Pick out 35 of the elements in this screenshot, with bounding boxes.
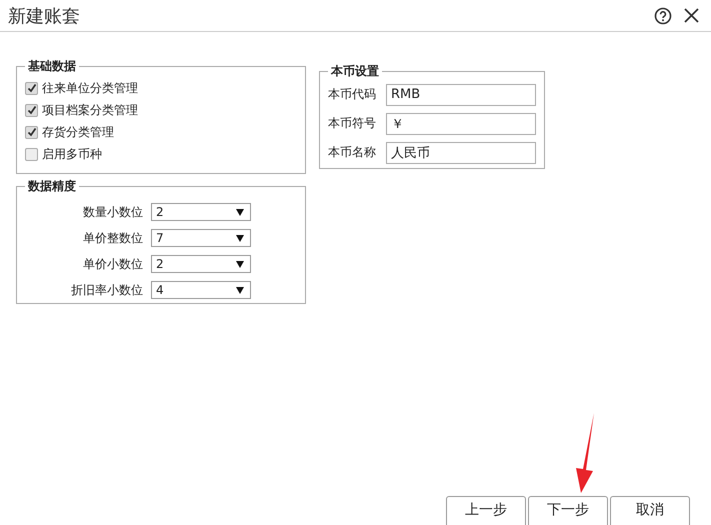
- dialog-button[interactable]: 上一步: [446, 496, 526, 525]
- field-label: 本币代码: [328, 86, 377, 103]
- checkbox-label: 项目档案分类管理: [42, 102, 138, 118]
- field-label: 折旧率小数位: [70, 282, 144, 298]
- dialog-button[interactable]: 取消: [610, 496, 690, 525]
- dropdown[interactable]: 2: [151, 203, 251, 221]
- close-icon[interactable]: [684, 8, 699, 23]
- checkbox-label: 往来单位分类管理: [42, 80, 138, 96]
- field-label: 单价整数位: [82, 230, 144, 246]
- checkbox-label: 存货分类管理: [42, 124, 114, 140]
- dropdown[interactable]: 2: [151, 255, 251, 273]
- checkbox[interactable]: [25, 104, 38, 116]
- input-field[interactable]: RMB: [386, 84, 536, 106]
- dropdown[interactable]: 4: [151, 281, 251, 299]
- caret-icon: [236, 208, 244, 216]
- checkbox[interactable]: [25, 82, 38, 94]
- caret-icon: [236, 286, 244, 294]
- dropdown[interactable]: 7: [151, 229, 251, 247]
- checkbox-label: 启用多币种: [42, 146, 102, 162]
- field-label: 本币符号: [328, 115, 377, 132]
- group-title: 本币设置: [330, 63, 380, 80]
- caret-icon: [236, 234, 244, 242]
- input-field[interactable]: ￥: [386, 112, 536, 134]
- group-title: 基础数据: [27, 58, 77, 75]
- help-icon[interactable]: [654, 6, 672, 24]
- field-label: 数量小数位: [82, 204, 144, 220]
- dialog-button[interactable]: 下一步: [528, 496, 608, 525]
- group-title: 数据精度: [26, 178, 77, 195]
- field-label: 本币名称: [328, 144, 377, 161]
- window-title: 新建账套: [8, 4, 80, 28]
- checkbox[interactable]: [25, 126, 38, 138]
- field-label: 单价小数位: [82, 256, 144, 272]
- checkbox[interactable]: [25, 148, 38, 160]
- input-field[interactable]: 人民币: [386, 142, 536, 164]
- caret-icon: [236, 260, 244, 268]
